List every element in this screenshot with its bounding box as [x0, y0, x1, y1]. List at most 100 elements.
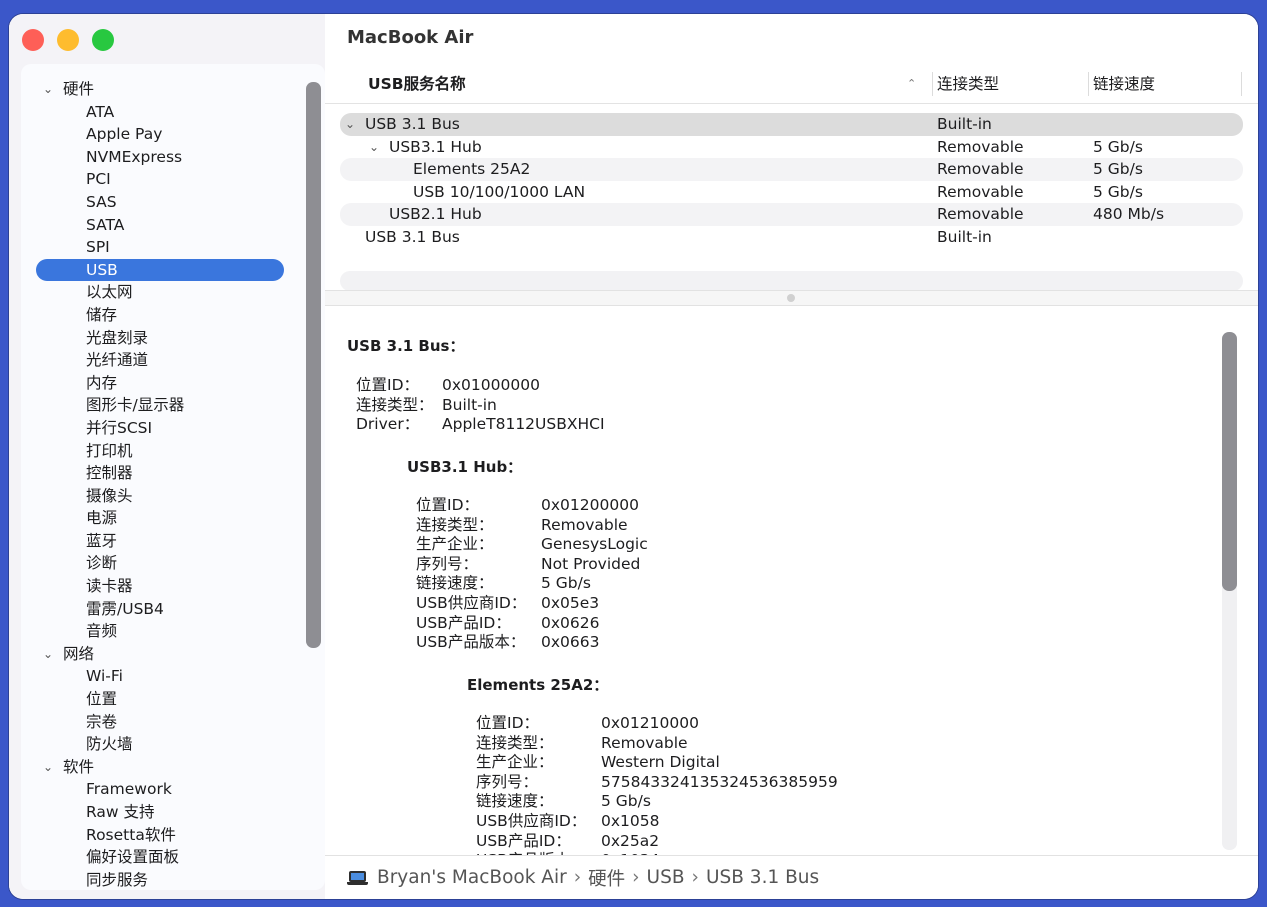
sidebar-item-label: 偏好设置面板: [86, 848, 180, 867]
sidebar-item[interactable]: PCI: [21, 168, 311, 191]
sidebar-item[interactable]: 音频: [21, 620, 311, 643]
table-row[interactable]: ⌄ USB 3.1 Bus Built-in: [340, 113, 1243, 136]
split-handle[interactable]: [787, 294, 795, 302]
sidebar-item[interactable]: Framework: [21, 778, 311, 801]
table-row[interactable]: Elements 25A2 Removable 5 Gb/s: [340, 158, 1243, 181]
sidebar-item[interactable]: 位置: [21, 688, 311, 711]
path-crumb[interactable]: 硬件: [588, 865, 625, 891]
sidebar-item-label: 诊断: [86, 554, 118, 573]
path-crumb[interactable]: Bryan's MacBook Air: [377, 867, 567, 888]
sidebar-item[interactable]: SATA: [21, 214, 311, 237]
sidebar-item[interactable]: 诊断: [21, 552, 311, 575]
sidebar-item[interactable]: 以太网: [21, 281, 311, 304]
sidebar-item-label: Apple Pay: [86, 125, 163, 144]
sidebar-item[interactable]: 储存: [21, 304, 311, 327]
detail-field-key: USB供应商ID：: [416, 594, 527, 612]
detail-scrollbar[interactable]: [1222, 332, 1237, 850]
chevron-down-icon[interactable]: ⌄: [40, 756, 56, 779]
sidebar-item-label: Framework: [86, 780, 172, 799]
minimize-button[interactable]: [57, 29, 79, 51]
sidebar-item[interactable]: Apple Pay: [21, 123, 311, 146]
detail-field-key: 连接类型：: [476, 733, 554, 752]
sidebar-item[interactable]: SAS: [21, 191, 311, 214]
sidebar-item[interactable]: Raw 支持: [21, 801, 311, 824]
column-header-service-name[interactable]: USB服务名称: [368, 70, 466, 104]
disclosure-chevron-icon[interactable]: ⌄: [345, 113, 355, 136]
sidebar-item[interactable]: Rosetta软件: [21, 824, 311, 847]
sidebar-item-label: 软件: [63, 757, 95, 776]
sidebar-panel: ⌄ 硬件 ATA Apple Pay NVMExpress PCI SAS SATA SPI US…: [21, 64, 325, 890]
sidebar-item-label: 打印机: [86, 441, 133, 460]
sidebar-item[interactable]: 光纤通道: [21, 349, 311, 372]
detail-field-value: Built-in: [442, 395, 497, 414]
detail-field-key: USB产品版本：: [416, 633, 526, 652]
sidebar-group[interactable]: ⌄ 网络: [21, 643, 311, 666]
sidebar-item[interactable]: 打印机: [21, 440, 311, 463]
path-crumb[interactable]: USB: [647, 867, 685, 888]
sidebar-item-label: SPI: [86, 238, 110, 257]
detail-field-value: AppleT8112USBXHCI: [442, 415, 605, 434]
sidebar-item[interactable]: 蓝牙: [21, 530, 311, 553]
sidebar-item-label: 摄像头: [86, 486, 133, 505]
detail-field-value: 5 Gb/s: [541, 574, 591, 593]
sidebar-item[interactable]: 读卡器: [21, 575, 311, 598]
sidebar-item-label: ATA: [86, 102, 115, 121]
sidebar-item[interactable]: 光盘刻录: [21, 327, 311, 350]
usb-service-name: USB2.1 Hub: [389, 205, 482, 223]
sidebar-scrollbar[interactable]: [306, 82, 321, 648]
sidebar-item[interactable]: 内存: [21, 372, 311, 395]
sidebar-item-label: 光纤通道: [86, 351, 149, 370]
close-button[interactable]: [22, 29, 44, 51]
column-header-connection-type[interactable]: 连接类型: [937, 70, 999, 104]
table-row[interactable]: USB 3.1 Bus Built-in: [340, 226, 1243, 249]
sidebar-item[interactable]: 控制器: [21, 462, 311, 485]
detail-field-key: 位置ID：: [416, 496, 480, 514]
detail-field-key: 连接类型：: [356, 395, 434, 414]
detail-section-title: Elements 25A2：: [467, 676, 609, 694]
column-divider[interactable]: [1088, 72, 1089, 96]
link-speed: 5 Gb/s: [1093, 160, 1143, 178]
detail-field: USB产品ID： 0x0626: [416, 614, 1116, 634]
zoom-button[interactable]: [92, 29, 114, 51]
sidebar-item[interactable]: 雷雳/USB4: [21, 598, 311, 621]
sidebar-item[interactable]: NVMExpress: [21, 146, 311, 169]
sidebar-item[interactable]: ATA: [21, 101, 311, 124]
sidebar-group[interactable]: ⌄ 硬件: [21, 78, 311, 101]
sidebar-item[interactable]: 图形卡/显示器: [21, 394, 311, 417]
column-header-link-speed[interactable]: 链接速度: [1093, 70, 1155, 104]
path-crumb[interactable]: USB 3.1 Bus: [706, 867, 819, 888]
usb-service-name: USB 10/100/1000 LAN: [413, 182, 586, 201]
sidebar-item[interactable]: 同步服务: [21, 869, 311, 890]
detail-field-key: 位置ID：: [356, 376, 420, 394]
sidebar-item[interactable]: 偏好设置面板: [21, 846, 311, 869]
split-divider[interactable]: [325, 290, 1258, 306]
sidebar-item-label: SAS: [86, 192, 117, 211]
sidebar-item[interactable]: 并行SCSI: [21, 417, 311, 440]
sidebar-item[interactable]: Wi-Fi: [21, 665, 311, 688]
chevron-down-icon[interactable]: ⌄: [40, 78, 56, 101]
sidebar-item-label: Wi-Fi: [86, 667, 123, 686]
sort-ascending-icon[interactable]: ⌃: [907, 70, 916, 98]
table-row[interactable]: ⌄ USB3.1 Hub Removable 5 Gb/s: [340, 136, 1243, 159]
sidebar-item[interactable]: 防火墙: [21, 733, 311, 756]
detail-scrollbar-thumb[interactable]: [1222, 332, 1237, 591]
column-divider[interactable]: [932, 72, 933, 96]
table-row[interactable]: USB2.1 Hub Removable 480 Mb/s: [340, 203, 1243, 226]
horizontal-scrollbar[interactable]: [340, 271, 1243, 291]
sidebar-item[interactable]: 宗卷: [21, 711, 311, 734]
sidebar-item[interactable]: 电源: [21, 507, 311, 530]
table-row[interactable]: USB 10/100/1000 LAN Removable 5 Gb/s: [340, 181, 1243, 204]
sidebar-item[interactable]: SPI: [21, 236, 311, 259]
sidebar-item[interactable]: USB: [36, 258, 284, 282]
chevron-down-icon[interactable]: ⌄: [40, 643, 56, 666]
detail-field: USB产品版本： 0x0663: [416, 633, 1116, 653]
sidebar-item-label: 控制器: [86, 464, 133, 483]
disclosure-chevron-icon[interactable]: ⌄: [369, 136, 379, 159]
sidebar-item[interactable]: 摄像头: [21, 485, 311, 508]
column-divider[interactable]: [1241, 72, 1242, 96]
sidebar-group[interactable]: ⌄ 软件: [21, 756, 311, 779]
window-title: MacBook Air: [347, 27, 474, 48]
detail-field-value: 0x25a2: [601, 831, 660, 850]
sidebar-item-label: 宗卷: [86, 712, 118, 731]
detail-field-value: Western Digital: [601, 753, 720, 772]
